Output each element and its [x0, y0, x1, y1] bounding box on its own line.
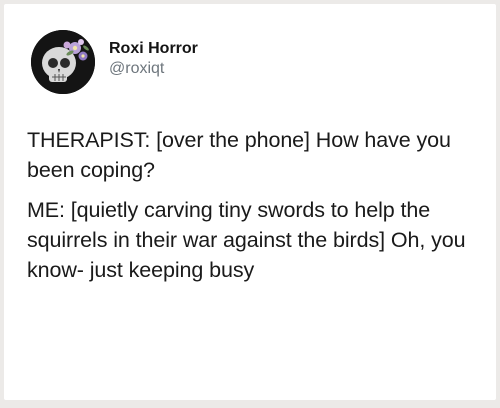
tweet-header: Roxi Horror @roxiqt: [31, 30, 198, 94]
tweet-card: Roxi Horror @roxiqt THERAPIST: [over the…: [4, 4, 496, 400]
user-handle[interactable]: @roxiqt: [109, 59, 198, 79]
display-name[interactable]: Roxi Horror: [109, 39, 198, 59]
tweet-paragraph-therapist: THERAPIST: [over the phone] How have you…: [27, 128, 451, 182]
skull-with-flowers-icon: [31, 30, 95, 94]
tweet-text: THERAPIST: [over the phone] How have you…: [27, 125, 477, 295]
avatar[interactable]: [31, 30, 95, 94]
user-names: Roxi Horror @roxiqt: [109, 39, 198, 79]
tweet-paragraph-me: ME: [quietly carving tiny swords to help…: [27, 198, 466, 282]
